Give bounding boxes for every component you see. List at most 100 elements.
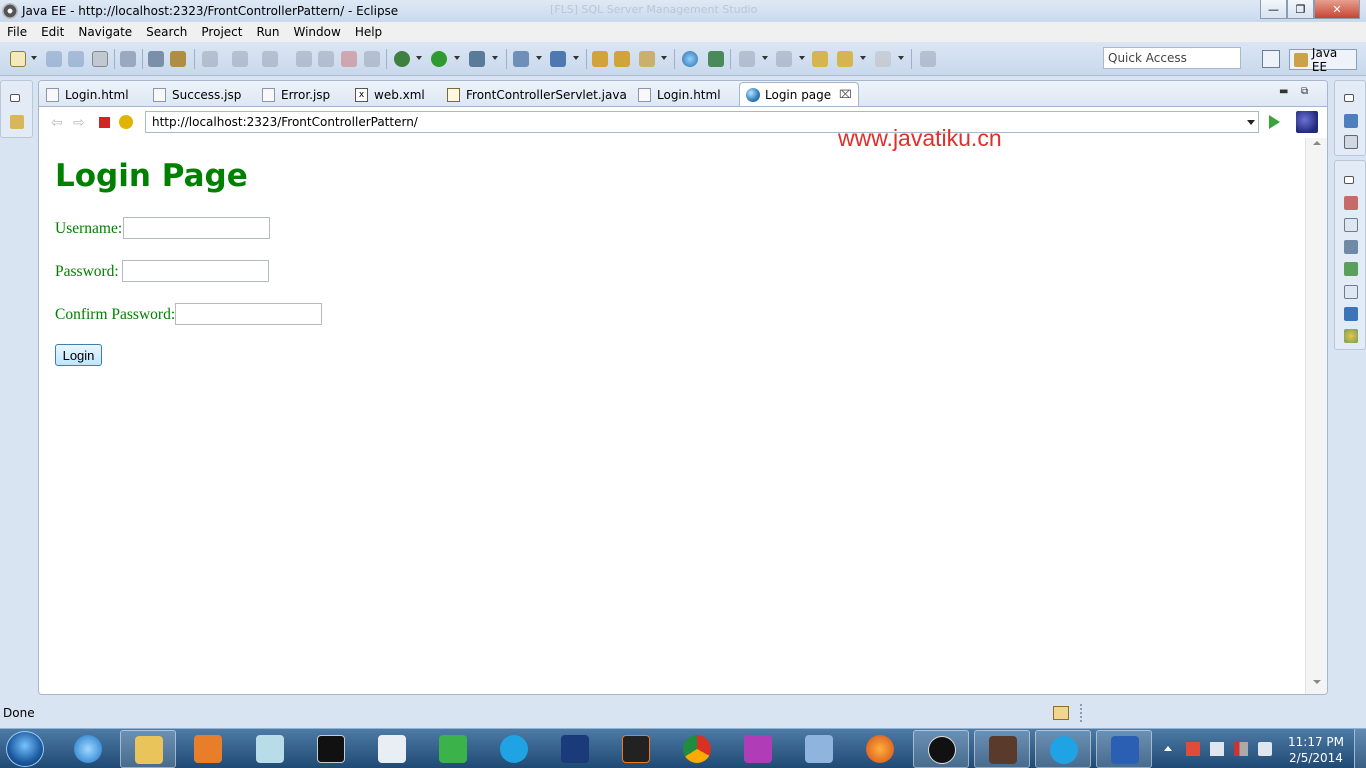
new-class-dropdown-icon[interactable]: [573, 56, 579, 60]
console-icon[interactable]: [1344, 307, 1358, 321]
new-server-icon[interactable]: [513, 51, 529, 67]
tab-web-xml[interactable]: x web.xml: [355, 84, 425, 106]
annotation-prev-icon[interactable]: [776, 51, 792, 67]
project-explorer-icon[interactable]: [10, 115, 24, 129]
taskbar-media-player[interactable]: [180, 730, 236, 768]
search-tool-dropdown-icon[interactable]: [661, 56, 667, 60]
system-clock[interactable]: 11:17 PM 2/5/2014: [1286, 734, 1346, 766]
open-perspective-icon[interactable]: [1262, 50, 1280, 68]
restore-icon[interactable]: [10, 94, 20, 102]
restore-icon[interactable]: [1344, 94, 1354, 102]
taskbar-p-app[interactable]: [913, 730, 969, 768]
menu-run[interactable]: Run: [249, 25, 286, 39]
action-center-icon[interactable]: [1186, 742, 1200, 756]
debug-dropdown-icon[interactable]: [416, 56, 422, 60]
properties-icon[interactable]: [1344, 218, 1358, 232]
new-dropdown-icon[interactable]: [31, 56, 37, 60]
step-into-icon[interactable]: [202, 51, 218, 67]
suspend-icon[interactable]: [318, 51, 334, 67]
back-icon[interactable]: [837, 51, 853, 67]
step-return-icon[interactable]: [262, 51, 278, 67]
annotation-next-icon[interactable]: [739, 51, 755, 67]
confirm-password-input[interactable]: [175, 303, 322, 325]
resume-icon[interactable]: [296, 51, 312, 67]
markers-icon[interactable]: [1344, 196, 1358, 210]
maximize-button[interactable]: ❐: [1287, 0, 1314, 19]
save-all-icon[interactable]: [68, 51, 84, 67]
menu-window[interactable]: Window: [286, 25, 347, 39]
scroll-down-icon[interactable]: [1313, 680, 1321, 684]
menu-navigate[interactable]: Navigate: [71, 25, 139, 39]
usb-icon[interactable]: [1210, 742, 1224, 756]
maximize-view-icon[interactable]: ⧉: [1301, 86, 1308, 97]
step-over-icon[interactable]: [232, 51, 248, 67]
outline-icon[interactable]: [1344, 114, 1358, 128]
disconnect-icon[interactable]: [364, 51, 380, 67]
tab-success-jsp[interactable]: Success.jsp: [153, 84, 241, 106]
menu-help[interactable]: Help: [348, 25, 389, 39]
servers-icon[interactable]: [1344, 240, 1358, 254]
tab-login-page[interactable]: Login page ⌧: [739, 82, 859, 106]
taskbar-app-green[interactable]: [425, 730, 481, 768]
annotation-prev-dropdown-icon[interactable]: [799, 56, 805, 60]
username-input[interactable]: [123, 217, 270, 239]
forward-icon[interactable]: [875, 51, 891, 67]
back-arrow-icon[interactable]: ⇦: [51, 115, 65, 131]
login-button[interactable]: Login: [55, 344, 102, 366]
external-tools-icon[interactable]: [469, 51, 485, 67]
refactor-icon[interactable]: [170, 51, 186, 67]
back-dropdown-icon[interactable]: [860, 56, 866, 60]
taskbar-skype[interactable]: [486, 730, 542, 768]
close-button[interactable]: ✕: [1314, 0, 1360, 19]
password-input[interactable]: [122, 260, 269, 282]
taskbar-cald3[interactable]: [547, 730, 603, 768]
terminate-icon[interactable]: [341, 51, 357, 67]
eclipse-browser-icon[interactable]: [1296, 111, 1318, 133]
tab-error-jsp[interactable]: Error.jsp: [262, 84, 330, 106]
taskbar-feather[interactable]: [730, 730, 786, 768]
taskbar-wordpad[interactable]: [364, 730, 420, 768]
external-tools-dropdown-icon[interactable]: [492, 56, 498, 60]
menu-edit[interactable]: Edit: [34, 25, 71, 39]
stop-icon[interactable]: [99, 117, 110, 128]
forward-arrow-icon[interactable]: ⇨: [73, 115, 87, 131]
open-type-icon[interactable]: [592, 51, 608, 67]
taskbar-word[interactable]: [1096, 730, 1152, 768]
scroll-up-icon[interactable]: [1313, 141, 1321, 145]
url-input[interactable]: http://localhost:2323/FrontControllerPat…: [145, 111, 1259, 133]
show-hidden-icons-icon[interactable]: [1164, 746, 1172, 751]
taskbar-ms-tc[interactable]: [608, 730, 664, 768]
menu-search[interactable]: Search: [139, 25, 194, 39]
forward-dropdown-icon[interactable]: [898, 56, 904, 60]
web-browser-icon[interactable]: [682, 51, 698, 67]
data-source-icon[interactable]: [1344, 262, 1358, 276]
run-icon[interactable]: [431, 51, 447, 67]
taskbar-notes[interactable]: [242, 730, 298, 768]
network-icon[interactable]: [1234, 742, 1248, 756]
vertical-scrollbar[interactable]: [1305, 138, 1327, 694]
refresh-icon[interactable]: [119, 115, 133, 129]
taskbar-eclipse-java-ee[interactable]: [974, 730, 1030, 768]
debug-icon[interactable]: [394, 51, 410, 67]
new-server-dropdown-icon[interactable]: [536, 56, 542, 60]
taskbar-skype-2[interactable]: [1035, 730, 1091, 768]
snippets-icon[interactable]: [1344, 285, 1358, 299]
quick-access-input[interactable]: Quick Access: [1103, 47, 1241, 69]
save-icon[interactable]: [46, 51, 62, 67]
close-tab-icon[interactable]: ⌧: [839, 88, 852, 101]
search-tool-icon[interactable]: [639, 51, 655, 67]
taskbar-chrome[interactable]: [669, 730, 725, 768]
publish-icon[interactable]: [708, 51, 724, 67]
taskbar-firefox[interactable]: [852, 730, 908, 768]
volume-icon[interactable]: [1258, 742, 1272, 756]
taskbar-cmd[interactable]: [303, 730, 359, 768]
tab-login-html[interactable]: Login.html: [46, 84, 129, 106]
menu-file[interactable]: File: [0, 25, 34, 39]
show-desktop-button[interactable]: [1354, 729, 1366, 768]
print-icon[interactable]: [92, 51, 108, 67]
restore-icon[interactable]: [1344, 176, 1354, 184]
pin-editor-icon[interactable]: [920, 51, 936, 67]
url-history-dropdown-icon[interactable]: [1247, 120, 1255, 125]
new-class-icon[interactable]: [550, 51, 566, 67]
skip-breakpoints-icon[interactable]: [120, 51, 136, 67]
